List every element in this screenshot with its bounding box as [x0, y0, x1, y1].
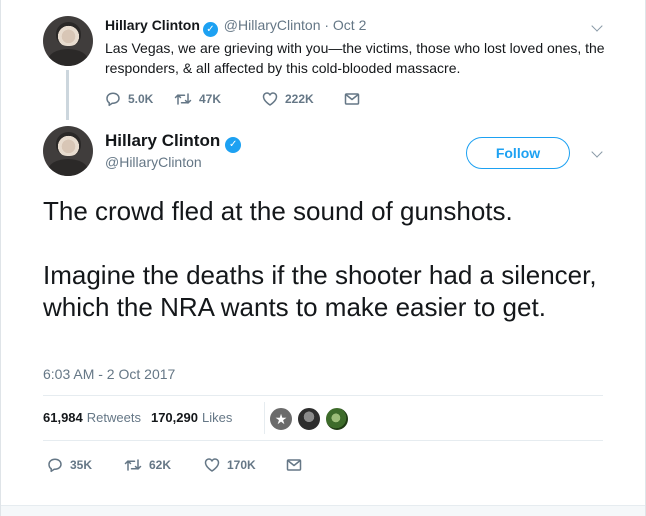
thread-line — [66, 70, 69, 120]
direct-message-button[interactable] — [286, 457, 302, 473]
tweet-stats: 61,984 Retweets 170,290 Likes — [43, 410, 232, 425]
stats-separator — [264, 402, 265, 434]
author-name[interactable]: Hillary Clinton — [105, 17, 200, 33]
like-icon — [204, 458, 220, 472]
retweet-label: Retweets — [86, 410, 141, 425]
retweet-button[interactable]: 62K — [124, 457, 204, 473]
like-button[interactable]: 222K — [262, 91, 344, 107]
verified-badge-icon: ✓ — [202, 22, 218, 37]
parent-tweet-header: Hillary Clinton ✓ @HillaryClinton · Oct 2 — [105, 17, 366, 37]
liker-avatar[interactable] — [297, 407, 321, 431]
like-icon — [262, 92, 278, 106]
author-name[interactable]: Hillary Clinton — [105, 131, 220, 150]
retweet-icon — [174, 93, 192, 105]
like-count: 170K — [227, 458, 256, 472]
avatar[interactable] — [43, 126, 93, 176]
retweet-icon — [124, 459, 142, 471]
author-handle[interactable]: @HillaryClinton — [105, 154, 202, 170]
likes-stat[interactable]: 170,290 Likes — [151, 410, 232, 425]
like-button[interactable]: 170K — [204, 457, 286, 473]
liker-avatar[interactable] — [325, 407, 349, 431]
retweet-button[interactable]: 47K — [174, 91, 262, 107]
like-label: Likes — [201, 410, 233, 425]
retweet-count: 62K — [149, 458, 172, 472]
reply-button[interactable]: 35K — [47, 457, 124, 473]
follow-button[interactable]: Follow — [466, 137, 570, 169]
like-count: 222K — [285, 92, 314, 106]
retweets-stat[interactable]: 61,984 Retweets — [43, 410, 141, 425]
retweet-total: 61,984 — [43, 410, 83, 425]
chevron-down-icon[interactable] — [590, 20, 604, 34]
main-author-name[interactable]: Hillary Clinton ✓ — [105, 131, 243, 153]
direct-message-icon — [286, 459, 302, 471]
tweet-text: The crowd fled at the sound of gunshots.… — [43, 196, 597, 322]
author-handle-date[interactable]: @HillaryClinton · Oct 2 — [224, 17, 367, 33]
tweet-actions: 35K 62K 170K — [47, 457, 302, 473]
parent-tweet-actions: 5.0K 47K 222K — [105, 91, 360, 107]
liker-avatar[interactable] — [269, 407, 293, 431]
tweet-card: Hillary Clinton ✓ @HillaryClinton · Oct 2… — [0, 0, 646, 516]
parent-tweet-text: Las Vegas, we are grieving with you—the … — [105, 40, 605, 76]
parent-tweet[interactable]: Hillary Clinton ✓ @HillaryClinton · Oct 2… — [1, 0, 646, 120]
like-total: 170,290 — [150, 410, 198, 425]
reply-icon — [48, 458, 62, 473]
chevron-down-icon[interactable] — [590, 146, 604, 160]
retweet-count: 47K — [199, 92, 222, 106]
reply-icon — [106, 92, 120, 107]
direct-message-button[interactable] — [344, 91, 360, 107]
divider — [43, 440, 603, 441]
tweet-timestamp[interactable]: 6:03 AM - 2 Oct 2017 — [43, 366, 175, 382]
reply-count: 5.0K — [128, 92, 154, 106]
reply-count: 35K — [70, 458, 93, 472]
avatar[interactable] — [43, 16, 93, 66]
reply-button[interactable]: 5.0K — [105, 91, 174, 107]
verified-badge-icon: ✓ — [225, 137, 242, 153]
divider — [43, 395, 603, 396]
direct-message-icon — [344, 93, 360, 105]
